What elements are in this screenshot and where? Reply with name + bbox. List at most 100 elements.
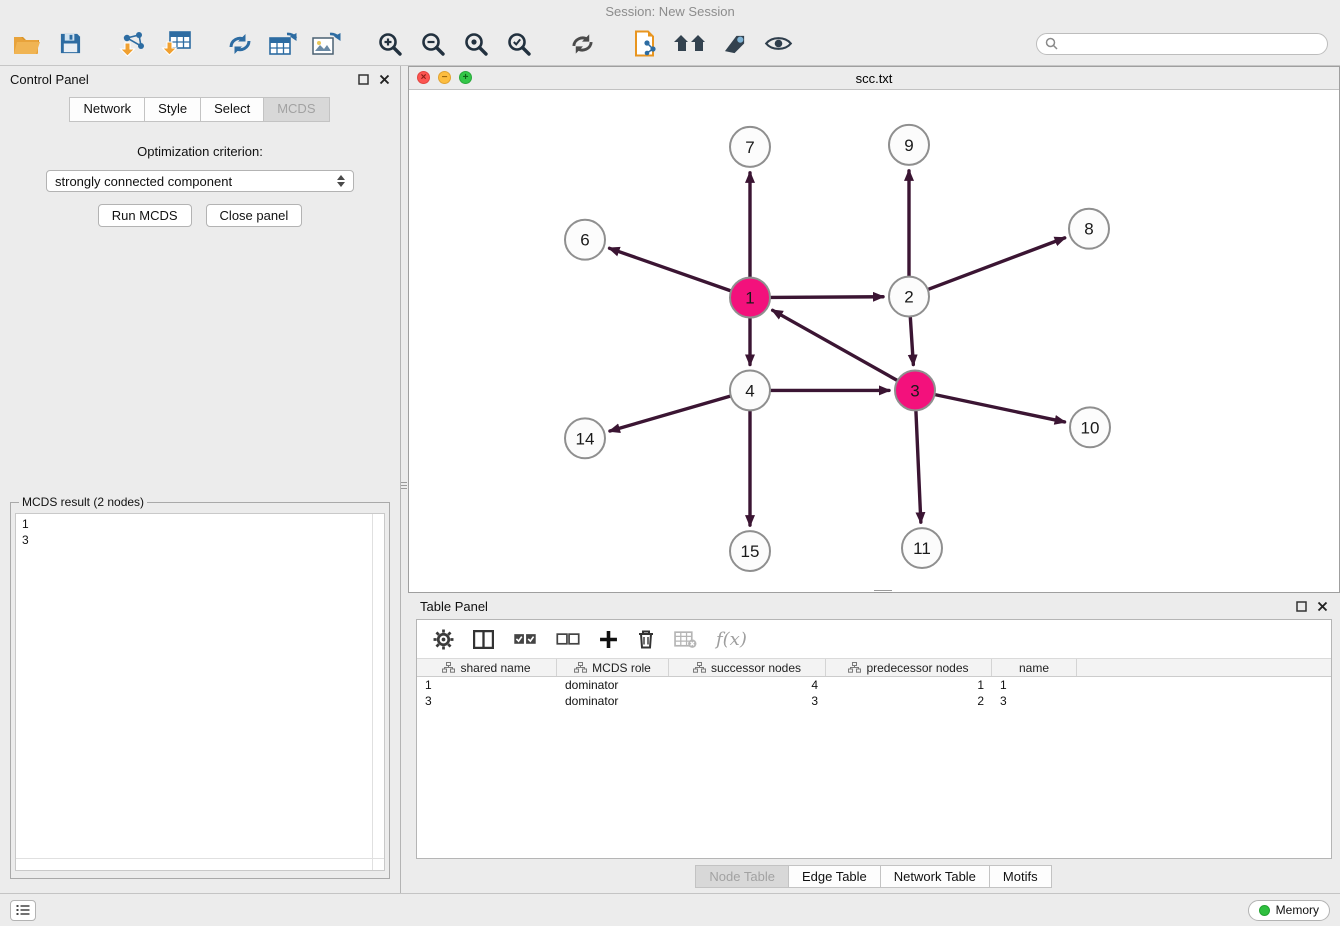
window-controls: × − + bbox=[417, 71, 472, 84]
graph-node-11[interactable]: 11 bbox=[902, 528, 942, 568]
copy-style-button[interactable] bbox=[630, 28, 660, 60]
tab-select[interactable]: Select bbox=[200, 97, 264, 122]
select-all-button[interactable] bbox=[513, 632, 537, 647]
show-columns-button[interactable] bbox=[473, 630, 494, 649]
table-settings-button[interactable] bbox=[433, 629, 454, 650]
criterion-select[interactable]: strongly connected component bbox=[46, 170, 354, 192]
graph-edge-3-11[interactable] bbox=[916, 411, 921, 522]
result-vertical-scrollbar[interactable] bbox=[372, 514, 384, 870]
cell-mcds-role[interactable]: dominator bbox=[557, 678, 669, 692]
column-header-shared-name[interactable]: shared name bbox=[417, 659, 557, 676]
toggle-visibility-button[interactable] bbox=[763, 28, 793, 60]
criterion-selected-value: strongly connected component bbox=[55, 174, 232, 189]
window-resize-handle[interactable] bbox=[874, 590, 892, 594]
deselect-all-button[interactable] bbox=[556, 632, 580, 647]
cell-successor-nodes[interactable]: 3 bbox=[669, 694, 826, 708]
cell-shared-name[interactable]: 3 bbox=[417, 694, 557, 708]
cell-successor-nodes[interactable]: 4 bbox=[669, 678, 826, 692]
open-session-button[interactable] bbox=[12, 28, 42, 60]
column-header-successor-nodes[interactable]: successor nodes bbox=[669, 659, 826, 676]
close-panel-button[interactable]: Close panel bbox=[206, 204, 303, 227]
cell-predecessor-nodes[interactable]: 2 bbox=[826, 694, 992, 708]
tab-edge-table[interactable]: Edge Table bbox=[788, 865, 881, 888]
home-layout-button[interactable] bbox=[673, 28, 707, 60]
minimize-window-icon[interactable]: − bbox=[438, 71, 451, 84]
delete-table-button[interactable] bbox=[674, 631, 697, 648]
tab-network[interactable]: Network bbox=[69, 97, 145, 122]
panel-splitter-handle[interactable] bbox=[401, 474, 407, 496]
network-graph[interactable]: 7 9 6 8 1 2 4 3 14 10 15 11 bbox=[409, 90, 1339, 592]
cell-name[interactable]: 3 bbox=[992, 694, 1077, 708]
attribute-icon bbox=[693, 662, 706, 673]
cell-mcds-role[interactable]: dominator bbox=[557, 694, 669, 708]
cell-predecessor-nodes[interactable]: 1 bbox=[826, 678, 992, 692]
network-canvas[interactable]: 7 9 6 8 1 2 4 3 14 10 15 11 bbox=[409, 89, 1339, 592]
zoom-window-icon[interactable]: + bbox=[459, 71, 472, 84]
graph-node-7[interactable]: 7 bbox=[730, 127, 770, 167]
graph-node-6[interactable]: 6 bbox=[565, 220, 605, 260]
search-input[interactable] bbox=[1064, 37, 1319, 51]
graph-edge-1-2[interactable] bbox=[771, 297, 883, 298]
graph-node-2[interactable]: 2 bbox=[889, 277, 929, 317]
cell-name[interactable]: 1 bbox=[992, 678, 1077, 692]
tab-node-table[interactable]: Node Table bbox=[695, 865, 789, 888]
mcds-result-list[interactable]: 1 3 bbox=[15, 513, 385, 871]
graph-edge-2-8[interactable] bbox=[929, 238, 1065, 289]
graph-node-label: 1 bbox=[745, 289, 754, 308]
memory-label: Memory bbox=[1276, 903, 1319, 917]
column-header-predecessor-nodes[interactable]: predecessor nodes bbox=[826, 659, 992, 676]
column-header-name[interactable]: name bbox=[992, 659, 1077, 676]
save-icon bbox=[59, 32, 82, 55]
close-table-panel-icon[interactable] bbox=[1317, 601, 1328, 612]
graph-node-3[interactable]: 3 bbox=[895, 370, 935, 410]
graph-node-9[interactable]: 9 bbox=[889, 125, 929, 165]
graph-edge-3-1[interactable] bbox=[773, 310, 897, 380]
zoom-in-button[interactable] bbox=[375, 28, 405, 60]
column-header-mcds-role[interactable]: MCDS role bbox=[557, 659, 669, 676]
graph-edge-2-3[interactable] bbox=[910, 318, 913, 365]
graph-edge-1-6[interactable] bbox=[610, 248, 731, 290]
zoom-out-button[interactable] bbox=[418, 28, 448, 60]
close-window-icon[interactable]: × bbox=[417, 71, 430, 84]
refresh-view-button[interactable] bbox=[567, 28, 597, 60]
export-image-button[interactable] bbox=[311, 28, 342, 60]
new-network-from-table-button[interactable] bbox=[268, 28, 298, 60]
network-view-window: × − + scc.txt 7 9 6 8 1 2 4 3 14 10 15 11 bbox=[408, 66, 1340, 593]
tab-network-table[interactable]: Network Table bbox=[880, 865, 990, 888]
memory-button[interactable]: Memory bbox=[1248, 900, 1330, 921]
cell-shared-name[interactable]: 1 bbox=[417, 678, 557, 692]
delete-column-button[interactable] bbox=[637, 629, 655, 649]
float-panel-icon[interactable] bbox=[358, 74, 369, 85]
apply-style-button[interactable] bbox=[720, 28, 750, 60]
graph-node-10[interactable]: 10 bbox=[1070, 407, 1110, 447]
save-session-button[interactable] bbox=[55, 28, 85, 60]
graph-edge-4-14[interactable] bbox=[610, 396, 730, 431]
result-horizontal-scrollbar[interactable] bbox=[16, 858, 384, 870]
tab-style[interactable]: Style bbox=[144, 97, 201, 122]
function-builder-button[interactable]: f(x) bbox=[716, 629, 747, 650]
network-window-titlebar[interactable]: × − + scc.txt bbox=[409, 67, 1339, 89]
graph-node-14[interactable]: 14 bbox=[565, 418, 605, 458]
graph-node-15[interactable]: 15 bbox=[730, 531, 770, 571]
add-column-button[interactable] bbox=[599, 630, 618, 649]
close-panel-icon[interactable] bbox=[379, 74, 390, 85]
tab-motifs[interactable]: Motifs bbox=[989, 865, 1052, 888]
tab-mcds[interactable]: MCDS bbox=[263, 97, 329, 122]
zoom-selected-button[interactable] bbox=[504, 28, 534, 60]
import-network-file-button[interactable] bbox=[118, 28, 148, 60]
graph-edge-3-10[interactable] bbox=[936, 395, 1065, 422]
graph-node-1[interactable]: 1 bbox=[730, 278, 770, 318]
graph-node-8[interactable]: 8 bbox=[1069, 209, 1109, 249]
mcds-result-box: MCDS result (2 nodes) 1 3 bbox=[10, 495, 390, 879]
zoom-fit-button[interactable] bbox=[461, 28, 491, 60]
new-network-button[interactable] bbox=[225, 28, 255, 60]
delete-table-icon bbox=[674, 631, 697, 648]
task-history-button[interactable] bbox=[10, 900, 36, 921]
graph-node-4[interactable]: 4 bbox=[730, 370, 770, 410]
float-table-panel-icon[interactable] bbox=[1296, 601, 1307, 612]
table-row[interactable]: 3 dominator 3 2 3 bbox=[417, 693, 1331, 709]
toolbar-search[interactable] bbox=[1036, 33, 1328, 55]
run-mcds-button[interactable]: Run MCDS bbox=[98, 204, 192, 227]
import-table-file-button[interactable] bbox=[161, 28, 192, 60]
table-row[interactable]: 1 dominator 4 1 1 bbox=[417, 677, 1331, 693]
